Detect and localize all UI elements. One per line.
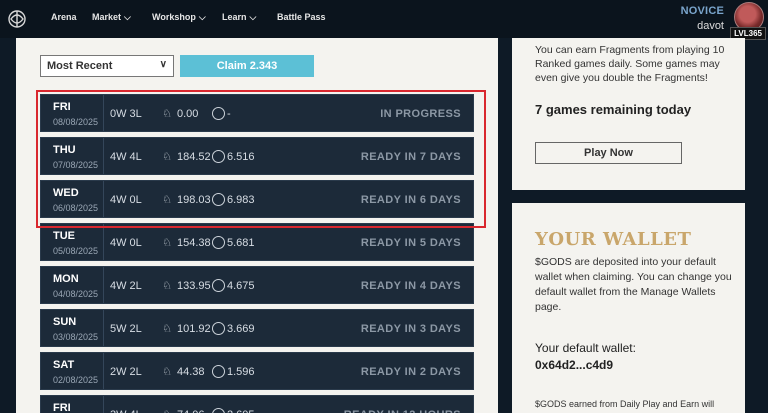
play-now-button[interactable]: Play Now	[535, 142, 682, 164]
fragments-hint: You can earn Fragments from playing 10 R…	[535, 44, 725, 84]
fragment-icon: ♘	[162, 366, 172, 378]
row-gods: 2.605	[227, 409, 255, 413]
row-date: 02/08/2025	[53, 375, 99, 385]
row-divider	[103, 267, 104, 303]
row-fragments: 44.38	[177, 366, 205, 378]
row-fragments: 154.38	[177, 237, 211, 249]
top-nav: Arena Market ⌵ Workshop ⌵ Learn ⌵ Battle Pa…	[0, 0, 768, 40]
fragment-icon: ♘	[162, 237, 172, 249]
daily-row: SUN 03/08/2025 5W 2L ♘ 101.92 3.669 READY IN 3…	[40, 309, 474, 347]
daily-games-card: You can earn Fragments from playing 10 R…	[512, 38, 745, 190]
nav-learn[interactable]: Learn ⌵	[222, 12, 256, 23]
gods-coin-icon	[212, 236, 225, 249]
row-record: 4W 2L	[110, 280, 142, 292]
chevron-down-icon: ∨	[159, 59, 167, 70]
chevron-down-icon: ⌵	[198, 12, 206, 22]
row-status: READY IN 3 DAYS	[360, 323, 461, 335]
row-record: 4W 0L	[110, 237, 142, 249]
row-divider	[103, 224, 104, 260]
claim-button[interactable]: Claim 2.343	[180, 55, 314, 77]
nav-battle-pass[interactable]: Battle Pass	[277, 12, 326, 22]
user-rank: NOVICE	[680, 5, 724, 17]
gods-coin-icon	[212, 365, 225, 378]
row-status: READY IN 4 DAYS	[360, 280, 461, 292]
chevron-down-icon: ⌵	[249, 12, 257, 22]
row-status: READY IN 2 DAYS	[360, 366, 461, 378]
user-name[interactable]: davot	[697, 20, 724, 32]
row-date: 04/08/2025	[53, 289, 99, 299]
gods-coin-icon	[212, 408, 225, 413]
nav-workshop[interactable]: Workshop ⌵	[152, 12, 206, 23]
row-record: 2W 2L	[110, 366, 142, 378]
fragment-icon: ♘	[160, 408, 174, 413]
row-record: 3W 4L	[110, 409, 142, 413]
row-day: SUN	[53, 316, 77, 328]
row-date: 03/08/2025	[53, 332, 99, 342]
row-fragments: 133.95	[177, 280, 211, 292]
gods-coin-icon	[212, 279, 225, 292]
row-gods: 5.681	[227, 237, 255, 249]
row-date: 05/08/2025	[53, 246, 99, 256]
daily-row: FRI 3W 4L ♘74.06 2.605 READY IN 12 HOURS	[40, 395, 474, 413]
row-day: MON	[53, 273, 79, 285]
daily-row: MON 04/08/2025 4W 2L ♘ 133.95 4.675 READY IN 4…	[40, 266, 474, 304]
gods-coin-icon	[212, 322, 225, 335]
row-divider	[103, 310, 104, 346]
games-remaining: 7 games remaining today	[535, 102, 692, 117]
earned-note: $GODS earned from Daily Play and Earn wi…	[535, 399, 715, 409]
fragment-icon: ♘	[162, 280, 172, 292]
row-day: SAT	[53, 359, 75, 371]
wallet-description: $GODS are deposited into your default wa…	[535, 256, 732, 313]
wallet-address[interactable]: 0x64d2...c4d9	[535, 358, 613, 372]
wallet-card: YOUR WALLET $GODS are deposited into you…	[512, 203, 745, 413]
row-record: 5W 2L	[110, 323, 142, 335]
row-day: TUE	[53, 230, 75, 242]
sort-select[interactable]: Most Recent ∨	[40, 55, 174, 77]
wallet-title: YOUR WALLET	[535, 229, 692, 250]
row-status: READY IN 5 DAYS	[360, 237, 461, 249]
row-gods: 1.596	[227, 366, 255, 378]
row-divider	[103, 353, 104, 389]
nav-market[interactable]: Market ⌵	[92, 12, 131, 23]
wallet-label: Your default wallet:	[535, 341, 636, 355]
sort-select-value: Most Recent	[47, 60, 113, 72]
fragment-icon: ♘	[162, 323, 172, 335]
daily-row: TUE 05/08/2025 4W 0L ♘ 154.38 5.681 READY IN 5…	[40, 223, 474, 261]
row-day: FRI	[53, 402, 71, 413]
gods-logo-icon[interactable]	[6, 8, 28, 30]
chevron-down-icon: ⌵	[124, 12, 131, 22]
row-fragments: 101.92	[177, 323, 211, 335]
row-gods: 4.675	[227, 280, 255, 292]
daily-row: SAT 02/08/2025 2W 2L ♘ 44.38 1.596 READY IN 2 …	[40, 352, 474, 390]
row-status: READY IN 12 HOURS	[344, 409, 461, 413]
row-divider	[103, 396, 104, 413]
highlight-box	[36, 90, 486, 228]
nav-arena[interactable]: Arena	[51, 12, 77, 22]
row-gods: 3.669	[227, 323, 255, 335]
row-fragments: 74.06	[177, 409, 205, 413]
